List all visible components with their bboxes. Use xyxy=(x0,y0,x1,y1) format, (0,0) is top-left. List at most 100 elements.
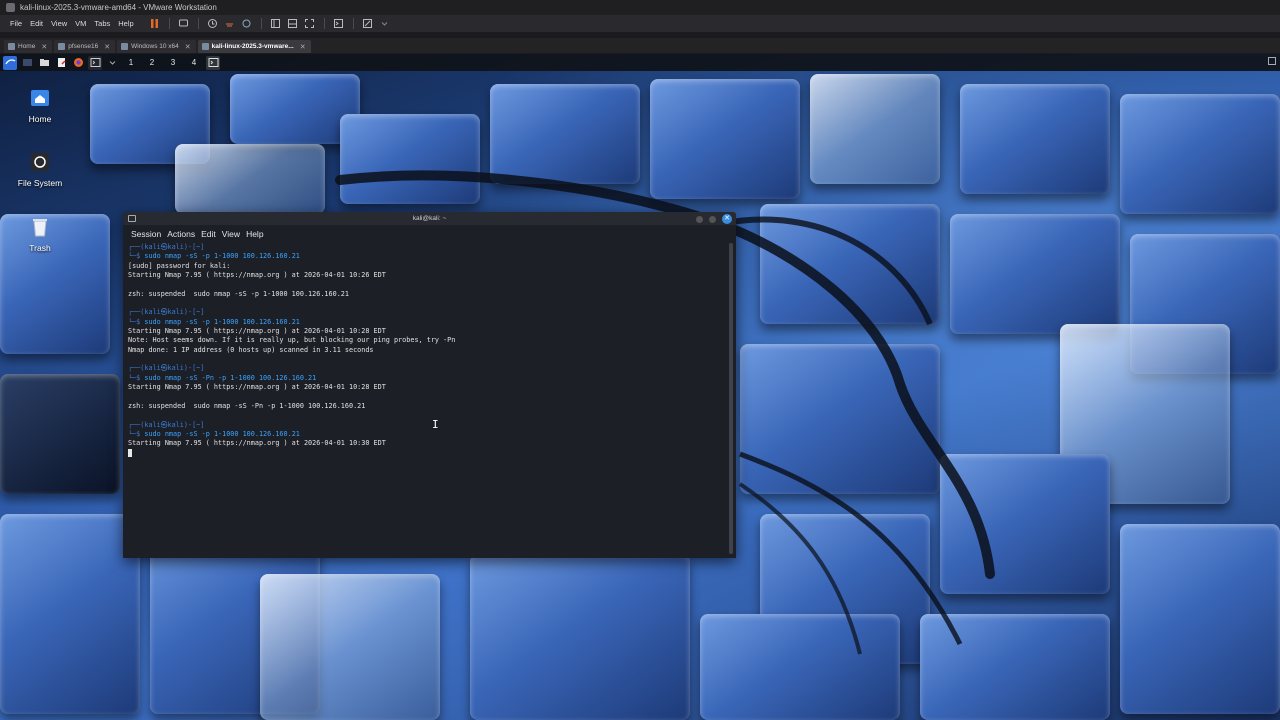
text-cursor-icon: I xyxy=(432,418,439,431)
prompt-text: ┌──(kali㉿kali)-[~] xyxy=(128,308,205,317)
guest-desktop[interactable]: 1 2 3 4 Home File System Trash kali@kali… xyxy=(0,54,1280,720)
terminal-prompt-line: ┌──(kali㉿kali)-[~] xyxy=(128,421,724,430)
wallpaper-cube xyxy=(0,514,140,714)
terminal-menu-view[interactable]: View xyxy=(219,229,243,239)
terminal-menu-actions[interactable]: Actions xyxy=(164,229,198,239)
prompt-arrow: └─$ xyxy=(128,252,145,261)
menu-view[interactable]: View xyxy=(47,19,71,28)
close-icon[interactable]: ✕ xyxy=(185,43,191,51)
terminal-output[interactable]: ┌──(kali㉿kali)-[~] └─$ sudo nmap -sS -p 1… xyxy=(128,243,724,556)
wallpaper-cube xyxy=(760,204,940,324)
show-desktop-icon[interactable] xyxy=(20,56,34,70)
window-controls: ✕ xyxy=(696,214,732,224)
toolbar-divider xyxy=(323,18,325,29)
close-button[interactable]: ✕ xyxy=(722,214,732,224)
tab-kali[interactable]: kali-linux-2025.3-vmware... ✕ xyxy=(197,40,311,53)
desktop-icon-label: Home xyxy=(28,114,52,124)
pause-icon[interactable] xyxy=(148,17,162,30)
terminal-menu-help[interactable]: Help xyxy=(243,229,266,239)
desktop-icon-trash[interactable]: Trash xyxy=(5,216,75,253)
terminal-window-icon xyxy=(128,215,136,222)
wallpaper-cube xyxy=(0,374,120,494)
tab-windows10[interactable]: Windows 10 x64 ✕ xyxy=(117,40,196,53)
wallpaper-cube xyxy=(940,454,1110,594)
thumbnail-icon[interactable] xyxy=(286,17,300,30)
menu-tabs[interactable]: Tabs xyxy=(90,19,114,28)
kali-top-panel: 1 2 3 4 xyxy=(0,54,1280,71)
terminal-output-line: Note: Host seems down. If it is really u… xyxy=(128,336,456,345)
terminal-command-line: └─$ sudo nmap -sS -Pn -p 1-1000 100.126.… xyxy=(128,374,724,383)
workspace-3[interactable]: 3 xyxy=(164,58,182,67)
stretch-guest-icon[interactable] xyxy=(361,17,375,30)
wallpaper-cube xyxy=(810,74,940,184)
maximize-button[interactable] xyxy=(709,215,716,223)
command-text: sudo nmap -sS -p 1-1000 100.126.160.21 xyxy=(144,252,300,261)
tab-pfsense16[interactable]: pfsense16 ✕ xyxy=(54,40,116,53)
wallpaper-cube xyxy=(340,114,480,204)
terminal-menu-session[interactable]: Session xyxy=(128,229,164,239)
tab-label: Windows 10 x64 xyxy=(131,43,179,50)
file-manager-icon[interactable] xyxy=(37,56,51,70)
workspace-4[interactable]: 4 xyxy=(185,58,203,67)
firefox-icon[interactable] xyxy=(71,56,85,70)
close-icon[interactable]: ✕ xyxy=(41,43,47,51)
wallpaper-cube xyxy=(740,344,940,494)
terminal-titlebar[interactable]: kali@kali: ~ ✕ xyxy=(123,212,736,225)
home-tab-icon xyxy=(8,43,15,50)
prompt-arrow: └─$ xyxy=(128,317,145,326)
tab-home[interactable]: Home ✕ xyxy=(4,40,53,53)
terminal-output-line: Starting Nmap 7.95 ( https://nmap.org ) … xyxy=(128,383,386,392)
kali-menu-icon[interactable] xyxy=(3,55,17,70)
library-icon[interactable] xyxy=(269,17,283,30)
close-icon[interactable]: ✕ xyxy=(104,43,110,51)
terminal-launcher-icon[interactable] xyxy=(88,55,102,70)
vm-tab-icon xyxy=(201,43,209,50)
desktop-icon-file-system[interactable]: File System xyxy=(5,151,75,188)
drive-icon xyxy=(29,151,51,173)
panel-tray-icon[interactable] xyxy=(1268,57,1276,65)
tab-label: Home xyxy=(18,43,36,50)
menu-help[interactable]: Help xyxy=(114,19,137,28)
wallpaper-cube xyxy=(960,84,1110,194)
chevron-down-icon[interactable] xyxy=(378,17,392,30)
terminal-prompt-line: ┌──(kali㉿kali)-[~] xyxy=(128,243,724,252)
snapshot-manager-icon[interactable] xyxy=(240,17,254,30)
taskbar-terminal-icon[interactable] xyxy=(206,55,220,70)
workspace-2[interactable]: 2 xyxy=(143,58,161,67)
wallpaper-cube xyxy=(1120,524,1280,714)
toolbar-divider xyxy=(197,18,199,29)
desktop-icon-label: Trash xyxy=(29,243,51,253)
toolbar-divider xyxy=(352,18,354,29)
minimize-button[interactable] xyxy=(696,215,703,223)
workspace-1[interactable]: 1 xyxy=(122,58,140,67)
console-view-icon[interactable] xyxy=(332,17,346,30)
terminal-output-line: Starting Nmap 7.95 ( https://nmap.org ) … xyxy=(128,271,386,280)
text-editor-icon[interactable] xyxy=(54,56,68,70)
terminal-window[interactable]: kali@kali: ~ ✕ Session Actions Edit View… xyxy=(123,212,736,558)
chevron-down-icon[interactable] xyxy=(105,56,119,70)
command-text: sudo nmap -sS -p 1-1000 100.126.160.21 xyxy=(144,317,300,326)
menu-edit[interactable]: Edit xyxy=(26,19,47,28)
snapshot-icon[interactable] xyxy=(206,17,220,30)
menu-file[interactable]: File xyxy=(6,19,26,28)
revert-snapshot-icon[interactable] xyxy=(223,17,237,30)
desktop-icon-home[interactable]: Home xyxy=(5,87,75,124)
tab-label: pfsense16 xyxy=(68,43,99,50)
trash-icon xyxy=(29,216,51,238)
terminal-cursor xyxy=(128,448,132,457)
close-icon[interactable]: ✕ xyxy=(300,43,306,51)
full-screen-icon[interactable] xyxy=(303,17,317,30)
terminal-output-line: zsh: suspended sudo nmap -sS -p 1-1000 1… xyxy=(128,289,349,298)
terminal-prompt-line: ┌──(kali㉿kali)-[~] xyxy=(128,308,724,317)
wallpaper-cube xyxy=(920,614,1110,720)
vmware-toolbar xyxy=(148,17,392,30)
menu-vm[interactable]: VM xyxy=(71,19,90,28)
wallpaper-cube xyxy=(650,79,800,199)
terminal-menu-edit[interactable]: Edit xyxy=(198,229,219,239)
terminal-scrollbar[interactable] xyxy=(729,243,733,554)
send-ctrl-alt-del-icon[interactable] xyxy=(177,17,191,30)
wallpaper-cube xyxy=(950,214,1120,334)
scrollbar-thumb[interactable] xyxy=(729,243,733,554)
